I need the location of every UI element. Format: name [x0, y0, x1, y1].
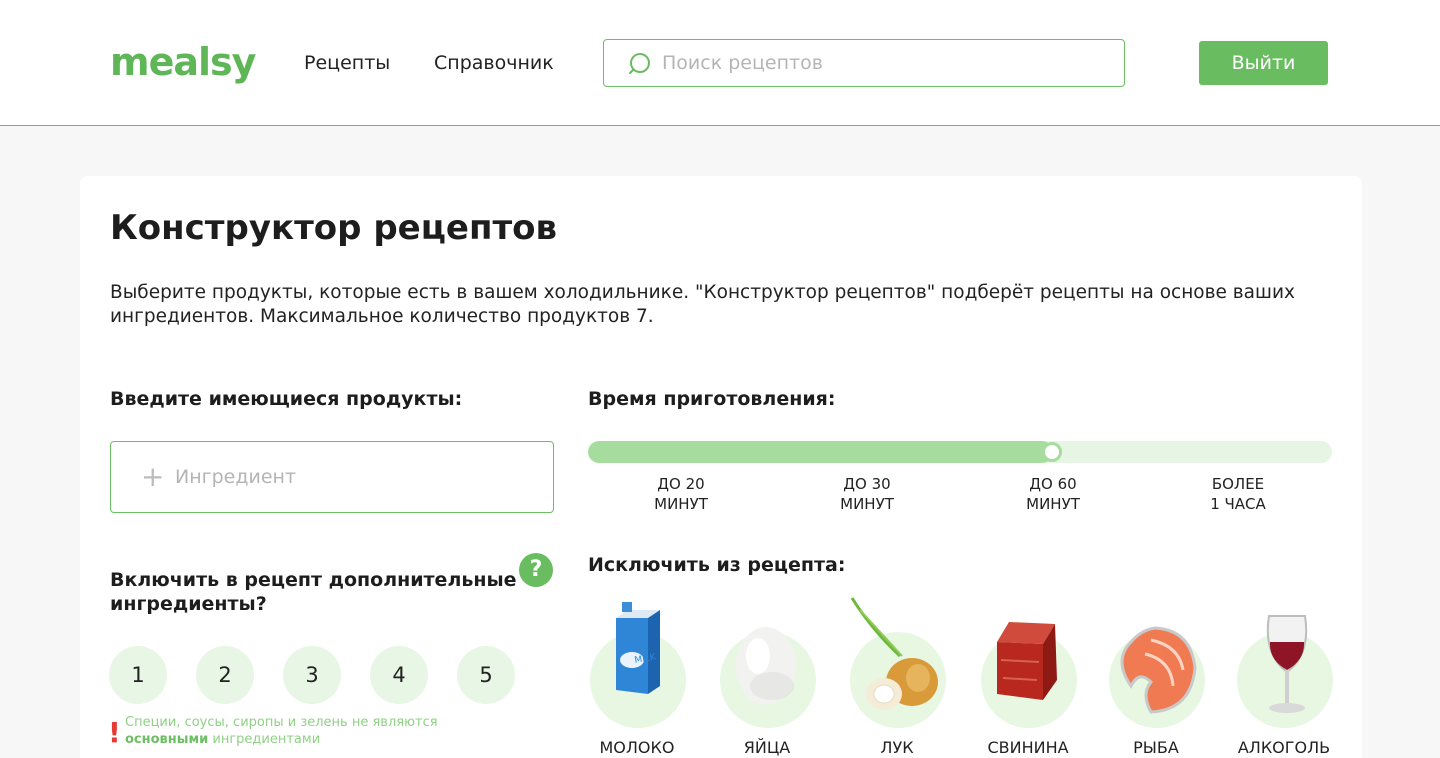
time-slider-thumb[interactable]	[1042, 442, 1062, 462]
plus-icon: +	[141, 460, 165, 493]
search-icon[interactable]	[628, 52, 652, 76]
nav-reference[interactable]: Справочник	[434, 50, 554, 76]
exclude-item-label: молоко	[599, 738, 675, 757]
help-icon[interactable]: ?	[519, 553, 553, 587]
exclude-item-label: яйца	[743, 738, 791, 757]
time-option-line1: до 60	[1029, 475, 1077, 493]
page-title: Конструктор рецептов	[110, 208, 558, 248]
exclude-pork[interactable]: свинина	[963, 590, 1093, 758]
wine-glass-icon	[1266, 615, 1308, 713]
count-button-3[interactable]: 3	[283, 646, 341, 704]
exclude-item-label: лук	[880, 738, 914, 757]
pork-icon	[997, 622, 1057, 700]
products-label: Введите имеющиеся продукты:	[110, 388, 463, 410]
exclude-eggs[interactable]: яйца	[702, 590, 832, 758]
search-box	[603, 39, 1125, 87]
time-option-60[interactable]: до 60 минут	[983, 474, 1123, 514]
extra-ingredients-label: Включить в рецепт дополнительные ингреди…	[110, 569, 517, 615]
time-option-over-hour[interactable]: более 1 часа	[1168, 474, 1308, 514]
exclude-item-label: алкоголь	[1237, 738, 1331, 757]
nav-recipes[interactable]: Рецепты	[304, 50, 390, 76]
time-option-line2: минут	[840, 495, 894, 513]
fish-steak-icon	[1120, 626, 1197, 714]
time-option-line2: минут	[654, 495, 708, 513]
exclude-item-label: свинина	[987, 738, 1069, 757]
time-option-20[interactable]: до 20 минут	[611, 474, 751, 514]
time-option-line1: до 20	[657, 475, 705, 493]
logo[interactable]: mealsy	[110, 38, 256, 86]
search-input[interactable]	[662, 40, 1112, 86]
warning-text-prefix: Специи, соусы, сиропы и зелень не являют…	[125, 715, 438, 730]
exclude-item-label: рыба	[1133, 738, 1179, 757]
time-option-30[interactable]: до 30 минут	[797, 474, 937, 514]
exclude-milk[interactable]: MILK молоко	[572, 590, 702, 758]
page-description: Выберите продукты, которые есть в вашем …	[110, 282, 1295, 327]
time-option-line2: минут	[1026, 495, 1080, 513]
exclude-fish[interactable]: рыба	[1091, 590, 1221, 758]
logout-button[interactable]: Выйти	[1199, 41, 1328, 85]
ingredient-field[interactable]: +	[110, 441, 554, 513]
time-slider[interactable]	[588, 441, 1332, 463]
time-option-line2: 1 часа	[1210, 495, 1266, 513]
warning-text-suffix: ингредиентами	[208, 732, 321, 747]
egg-icon	[736, 627, 796, 705]
ingredient-input[interactable]	[175, 442, 535, 512]
warning-icon: !	[108, 716, 121, 749]
time-option-line1: до 30	[843, 475, 891, 493]
time-option-line1: более	[1211, 475, 1265, 493]
count-button-1[interactable]: 1	[109, 646, 167, 704]
count-button-5[interactable]: 5	[457, 646, 515, 704]
onion-icon	[850, 597, 938, 710]
time-slider-fill	[588, 441, 1053, 463]
warning-note: Специи, соусы, сиропы и зелень не являют…	[125, 714, 445, 748]
count-button-2[interactable]: 2	[196, 646, 254, 704]
time-label: Время приготовления:	[588, 388, 836, 410]
exclude-onion[interactable]: лук	[832, 590, 962, 758]
exclude-alcohol[interactable]: алкоголь	[1219, 590, 1349, 758]
milk-carton-icon: MILK	[616, 602, 660, 694]
warning-text-bold: основными	[125, 732, 209, 747]
exclude-label: Исключить из рецепта:	[588, 554, 846, 576]
count-button-4[interactable]: 4	[370, 646, 428, 704]
header: mealsy Рецепты Справочник Выйти	[0, 0, 1440, 126]
